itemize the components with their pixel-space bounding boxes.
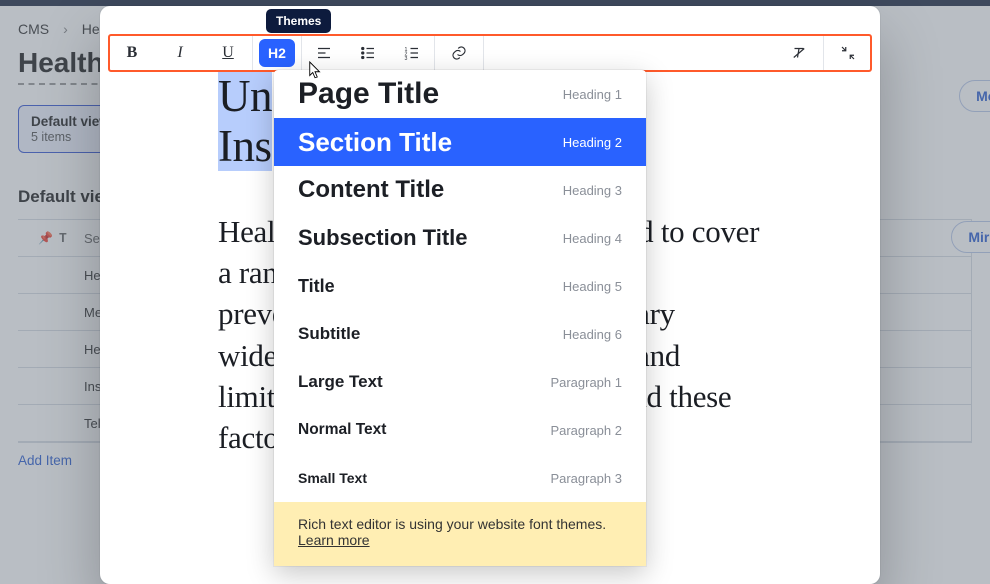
style-option-label: Normal Text: [298, 421, 386, 439]
view-chip-title: Default view: [31, 114, 110, 129]
svg-text:3: 3: [405, 56, 408, 62]
clear-format-icon: [790, 44, 808, 62]
heading-sel-start: U: [218, 71, 250, 121]
style-option-p2[interactable]: Normal Text Paragraph 2: [274, 406, 646, 454]
style-option-label: Content Title: [298, 176, 444, 204]
bullet-list-button[interactable]: [346, 44, 390, 62]
editor-toolbar: B I U H2 123: [108, 34, 872, 72]
pin-icon: 📌: [38, 231, 53, 246]
style-option-h1[interactable]: Page Title Heading 1: [274, 70, 646, 118]
heading-sel-line2: Ins: [218, 121, 272, 171]
align-left-icon: [315, 44, 333, 62]
list-numbered-icon: 123: [403, 44, 421, 62]
style-option-h2[interactable]: Section Title Heading 2: [274, 118, 646, 166]
list-bullet-icon: [359, 44, 377, 62]
style-option-h6[interactable]: Subtitle Heading 6: [274, 310, 646, 358]
heading-style-button[interactable]: H2: [259, 39, 295, 67]
style-option-hint: Heading 6: [563, 327, 622, 342]
learn-more-link[interactable]: Learn more: [298, 532, 370, 548]
style-option-label: Section Title: [298, 127, 452, 158]
view-chip-sub: 5 items: [31, 130, 110, 144]
collapse-button[interactable]: [824, 44, 872, 62]
style-option-label: Subtitle: [298, 324, 360, 344]
style-option-hint: Heading 1: [563, 87, 622, 102]
style-option-label: Small Text: [298, 470, 367, 486]
style-option-p3[interactable]: Small Text Paragraph 3: [274, 454, 646, 502]
breadcrumb-current[interactable]: He: [82, 21, 100, 37]
more-actions-button[interactable]: More A: [959, 80, 990, 112]
themes-tooltip: Themes: [266, 9, 331, 33]
bold-button[interactable]: B: [108, 44, 156, 62]
breadcrumb-root[interactable]: CMS: [18, 21, 49, 37]
dropdown-footer-note: Rich text editor is using your website f…: [274, 502, 646, 566]
add-item-link[interactable]: Add Item: [18, 453, 72, 468]
style-option-label: Subsection Title: [298, 225, 468, 251]
collapse-icon: [839, 44, 857, 62]
link-icon: [450, 44, 468, 62]
heading-sel-1: n: [250, 71, 272, 121]
mirror-button[interactable]: Mirror on S: [951, 221, 990, 253]
align-button[interactable]: [302, 44, 346, 62]
style-option-hint: Paragraph 2: [550, 423, 622, 438]
italic-button[interactable]: I: [156, 44, 204, 62]
underline-button[interactable]: U: [204, 44, 252, 62]
chevron-right-icon: ›: [63, 21, 68, 37]
style-option-hint: Paragraph 3: [550, 471, 622, 486]
text-type-icon: 𝐓: [59, 231, 67, 246]
text-style-dropdown: Page Title Heading 1 Section Title Heading …: [274, 70, 646, 566]
numbered-list-button[interactable]: 123: [390, 44, 434, 62]
style-option-h5[interactable]: Title Heading 5: [274, 262, 646, 310]
style-option-hint: Heading 2: [563, 135, 622, 150]
style-option-hint: Heading 5: [563, 279, 622, 294]
style-option-hint: Paragraph 1: [550, 375, 622, 390]
style-option-h3[interactable]: Content Title Heading 3: [274, 166, 646, 214]
title-underline: [18, 83, 108, 85]
dropdown-note-text: Rich text editor is using your website f…: [298, 516, 606, 532]
style-option-hint: Heading 4: [563, 231, 622, 246]
link-button[interactable]: [435, 44, 483, 62]
style-option-hint: Heading 3: [563, 183, 622, 198]
rich-text-modal: Themes B I U H2 123: [100, 6, 880, 584]
style-option-p1[interactable]: Large Text Paragraph 1: [274, 358, 646, 406]
clear-format-button[interactable]: [775, 44, 823, 62]
style-option-label: Page Title: [298, 77, 439, 111]
style-option-label: Large Text: [298, 372, 383, 392]
style-option-h4[interactable]: Subsection Title Heading 4: [274, 214, 646, 262]
style-option-label: Title: [298, 276, 335, 297]
